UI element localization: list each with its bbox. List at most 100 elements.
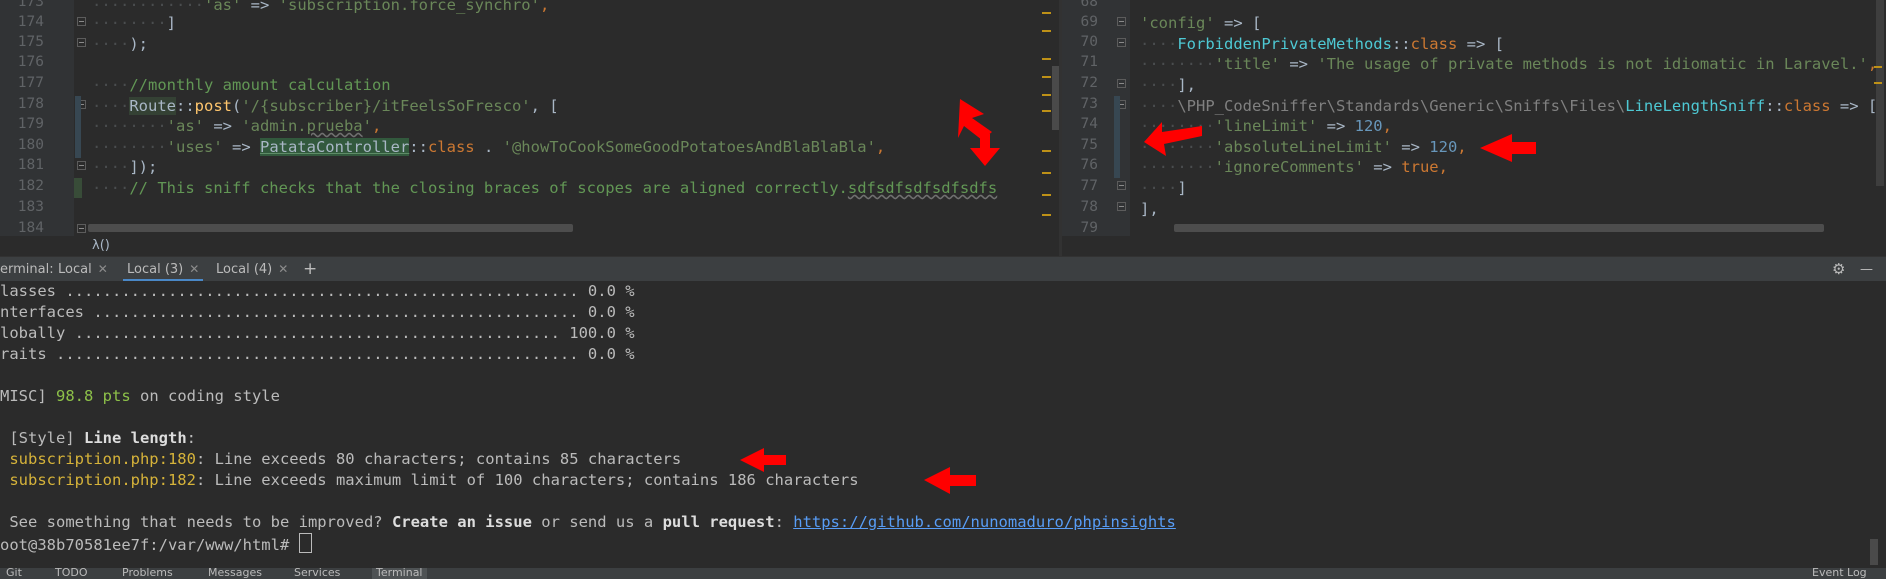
fold-marker-icon[interactable]: [77, 38, 86, 47]
line-number: 69: [1080, 14, 1098, 30]
tool-terminal-button[interactable]: Terminal: [372, 568, 427, 579]
horizontal-scrollbar[interactable]: [1174, 224, 1824, 232]
event-log-button[interactable]: Event Log: [1812, 568, 1867, 579]
warning-stripe[interactable]: [1042, 58, 1051, 60]
line-number: 182: [17, 178, 44, 194]
tool-services-button[interactable]: Services: [294, 568, 340, 579]
close-icon[interactable]: ✕: [98, 262, 108, 276]
red-arrow-annotation: [924, 467, 976, 494]
line-number: 177: [17, 75, 44, 91]
red-arrow-annotation: [1480, 134, 1536, 162]
gear-icon[interactable]: ⚙: [1828, 257, 1849, 282]
line-number: 180: [17, 137, 44, 153]
vertical-scrollbar[interactable]: [1876, 0, 1884, 186]
line-number: 75: [1080, 137, 1098, 153]
terminal-line: MISC] 98.8 pts on coding style: [0, 387, 280, 405]
warning-stripe[interactable]: [1874, 66, 1882, 68]
modified-lines-marker[interactable]: [1114, 96, 1120, 178]
phpinsights-link[interactable]: https://github.com/nunomaduro/phpinsight…: [793, 513, 1176, 531]
terminal-line: lobally ................................…: [0, 324, 635, 342]
fold-marker-icon[interactable]: [1117, 202, 1126, 211]
fold-marker-icon[interactable]: [1117, 17, 1126, 26]
minimize-icon[interactable]: —: [1856, 257, 1877, 282]
fold-marker-icon[interactable]: [1117, 181, 1126, 190]
close-icon[interactable]: ✕: [278, 262, 288, 276]
line-number: 74: [1080, 116, 1098, 132]
warning-stripe[interactable]: [1042, 110, 1051, 112]
warning-stripe[interactable]: [1042, 194, 1051, 196]
code-line-72: ····],: [1140, 76, 1196, 94]
warning-stripe[interactable]: [1042, 30, 1051, 32]
code-line-180: ········'uses' => PatataController::clas…: [92, 138, 886, 156]
warning-stripe[interactable]: [1042, 172, 1051, 174]
code-line-69: 'config' => [: [1140, 14, 1262, 32]
fold-marker-icon[interactable]: [77, 224, 86, 233]
fold-marker-icon[interactable]: [77, 161, 86, 170]
line-number: 183: [17, 199, 44, 215]
terminal-prompt[interactable]: oot@38b70581ee7f:/var/www/html#: [0, 533, 312, 556]
line-number: 173: [17, 0, 44, 10]
line-number: 70: [1080, 34, 1098, 50]
tab-label: Local: [58, 262, 92, 277]
fold-marker-icon[interactable]: [1117, 79, 1126, 88]
close-icon[interactable]: ✕: [189, 262, 199, 276]
line-number: 184: [17, 220, 44, 236]
code-line-73: ····\PHP_CodeSniffer\Standards\Generic\S…: [1140, 97, 1878, 115]
terminal-output[interactable]: lasses .................................…: [0, 281, 1886, 568]
warning-stripe[interactable]: [1874, 82, 1882, 84]
terminal-line: lasses .................................…: [0, 282, 635, 300]
add-tab-button[interactable]: +: [299, 257, 321, 282]
fold-marker-icon[interactable]: [1117, 38, 1126, 47]
vertical-scrollbar[interactable]: [1052, 66, 1059, 130]
terminal-line: subscription.php:180: Line exceeds 80 ch…: [0, 450, 682, 468]
warning-stripe[interactable]: [1042, 12, 1051, 14]
terminal-line: subscription.php:182: Line exceeds maxim…: [0, 471, 859, 489]
tool-git-button[interactable]: Git: [6, 568, 22, 579]
code-line-177: ····//monthly amount calculation: [92, 76, 391, 94]
breadcrumb[interactable]: λ(): [0, 236, 1059, 256]
warning-stripe[interactable]: [1042, 94, 1051, 96]
line-number: 175: [17, 34, 44, 50]
code-line-181: ····]);: [92, 158, 158, 176]
breadcrumb-item[interactable]: λ(): [92, 238, 110, 253]
line-number: 76: [1080, 157, 1098, 173]
line-number: 179: [17, 116, 44, 132]
line-number: 181: [17, 157, 44, 173]
tab-label: Local (4): [216, 262, 273, 277]
line-number: 79: [1080, 220, 1098, 236]
tool-todo-button[interactable]: TODO: [55, 568, 88, 579]
terminal-line: raits ..................................…: [0, 345, 635, 363]
warning-stripe[interactable]: [1042, 76, 1051, 78]
tool-messages-button[interactable]: Messages: [208, 568, 262, 579]
warning-stripe[interactable]: [1042, 150, 1051, 152]
modified-lines-marker[interactable]: [75, 96, 81, 158]
line-number: 73: [1080, 96, 1098, 112]
tool-problems-button[interactable]: Problems: [122, 568, 173, 579]
tab-local-4[interactable]: Local (4) ✕: [212, 257, 292, 282]
code-line-78: ],: [1140, 200, 1159, 218]
code-line-174: ········]: [92, 14, 176, 32]
code-line-71: ········'title' => 'The usage of private…: [1140, 55, 1878, 73]
code-line-178: ····Route::post('/{subscriber}/itFeelsSo…: [92, 97, 559, 115]
tab-local-3[interactable]: Local (3) ✕: [123, 257, 204, 282]
terminal-scrollbar[interactable]: [1870, 539, 1878, 565]
terminal-line: See something that needs to be improved?…: [0, 513, 1176, 531]
left-editor-pane[interactable]: 173 174 175 176 177 178 179 180 181 182 …: [0, 0, 1059, 236]
red-arrow-annotation: [740, 448, 786, 472]
line-number: 72: [1080, 75, 1098, 91]
code-line-175: ····);: [92, 35, 148, 53]
terminal-line: nterfaces ..............................…: [0, 303, 635, 321]
fold-marker-icon[interactable]: [77, 17, 86, 26]
horizontal-scrollbar[interactable]: [88, 224, 573, 232]
line-number: 178: [17, 96, 44, 112]
code-line-76: ········'ignoreComments' => true,: [1140, 158, 1448, 176]
added-line-marker[interactable]: [74, 178, 82, 198]
terminal-cursor: [298, 533, 312, 553]
line-number: 68: [1080, 0, 1098, 10]
tab-local[interactable]: Local ✕: [54, 257, 112, 282]
line-number: 174: [17, 14, 44, 30]
tool-window-bar: Git TODO Problems Messages Services Term…: [0, 568, 1886, 579]
line-number: 176: [17, 54, 44, 70]
code-line-70: ····ForbiddenPrivateMethods::class => [: [1140, 35, 1504, 53]
warning-stripe[interactable]: [1042, 214, 1051, 216]
